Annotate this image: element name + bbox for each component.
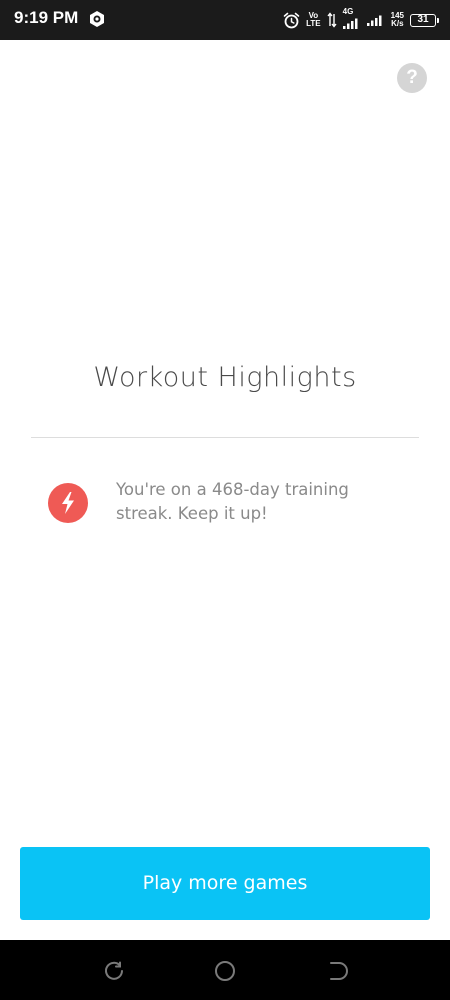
- status-bar: 9:19 PM Vo LTE 4G 145 K/s 31: [0, 0, 450, 40]
- recents-icon[interactable]: [103, 960, 125, 982]
- status-time: 9:19 PM: [14, 8, 79, 27]
- data-arrows-icon: [327, 12, 337, 28]
- back-icon[interactable]: [327, 960, 349, 982]
- help-button[interactable]: ?: [397, 63, 427, 93]
- volte-indicator: Vo LTE: [306, 12, 321, 28]
- title-divider: [31, 437, 419, 438]
- signal-icon-2: [366, 15, 382, 26]
- screen: 9:19 PM Vo LTE 4G 145 K/s 31 ? Workout H…: [0, 0, 450, 1000]
- home-icon[interactable]: [214, 960, 236, 982]
- page-title: Workout Highlights: [93, 362, 357, 393]
- app-notification-icon: [90, 11, 104, 27]
- navigation-bar: [0, 940, 450, 1000]
- help-icon: ?: [406, 67, 418, 88]
- highlight-text: You're on a 468-day training streak. Kee…: [116, 480, 349, 523]
- network-speed: 145 K/s: [391, 12, 404, 28]
- battery-icon: 31: [410, 13, 439, 27]
- lightning-bolt-icon: [62, 492, 74, 514]
- network-speed-unit: K/s: [391, 19, 404, 28]
- signal-icon: [342, 18, 358, 29]
- network-4g: 4G: [342, 7, 361, 29]
- status-icons: Vo LTE 4G 145 K/s 31: [283, 7, 439, 32]
- volte-bottom: LTE: [306, 19, 321, 28]
- play-more-games-button[interactable]: Play more games: [20, 847, 430, 920]
- network-gen-label: 4G: [342, 7, 354, 16]
- alarm-icon: [283, 12, 300, 28]
- battery-level: 31: [417, 13, 429, 25]
- streak-badge: [48, 483, 88, 523]
